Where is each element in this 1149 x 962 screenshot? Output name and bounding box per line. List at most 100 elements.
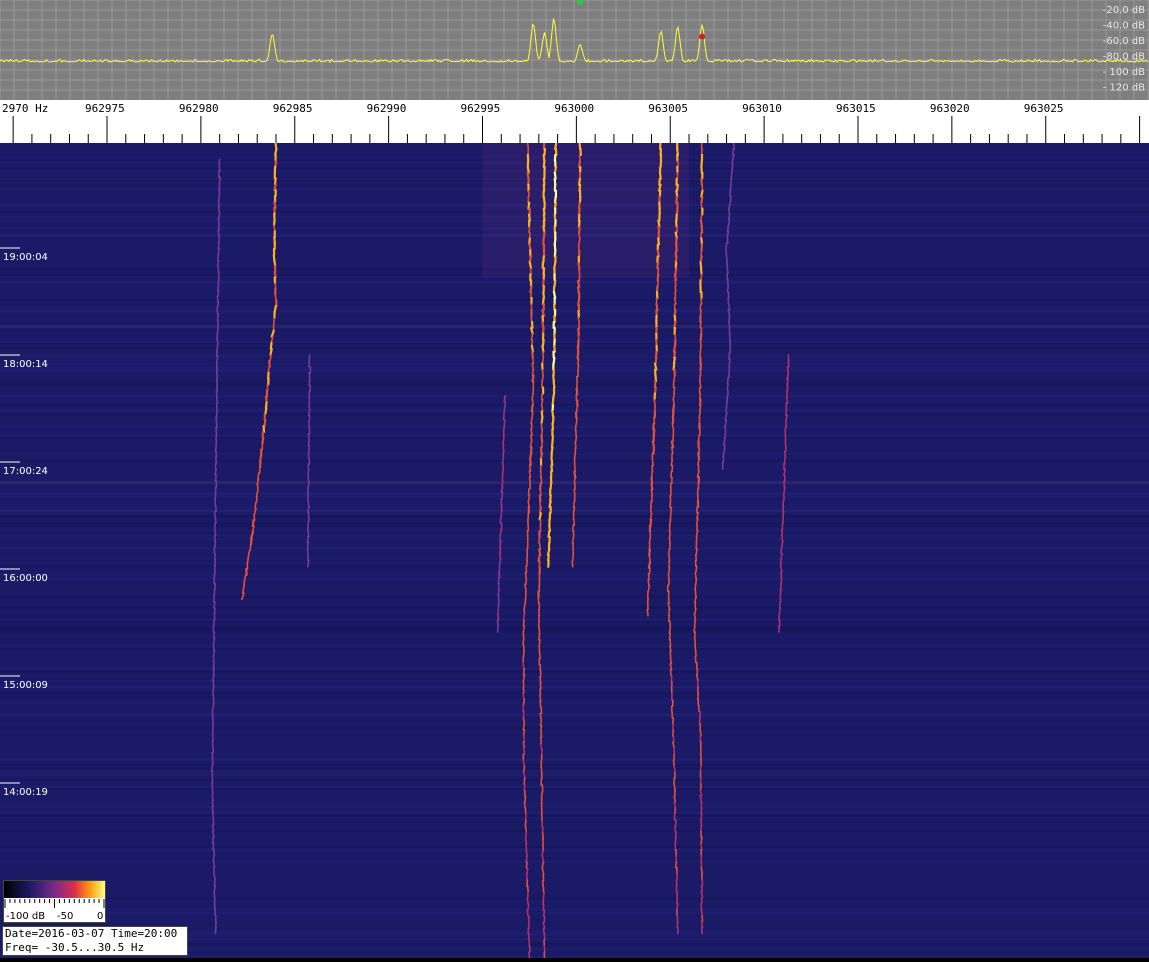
trace-segment [648, 586, 649, 592]
trace-segment [671, 676, 672, 682]
trace-segment [701, 203, 702, 209]
trace-segment [669, 579, 670, 585]
trace-segment [700, 382, 701, 388]
freq-tick-label: 963025 [1024, 102, 1064, 115]
trace-segment [214, 638, 215, 644]
trace-segment [309, 422, 310, 428]
trace-segment [499, 571, 500, 577]
waterfall-plot[interactable]: 19:00:0418:00:1417:00:2416:00:0015:00:09… [0, 143, 1149, 958]
trace-segment [524, 736, 525, 742]
trace-segment [669, 628, 670, 634]
trace-segment [541, 435, 542, 441]
trace-segment [262, 438, 263, 444]
trace-segment [702, 227, 703, 233]
trace-segment [652, 484, 653, 490]
trace-segment [524, 730, 525, 736]
trace-segment [258, 473, 259, 479]
trace-segment [727, 383, 728, 389]
trace-segment [214, 885, 215, 891]
trace-segment [526, 844, 527, 850]
trace-segment [529, 471, 530, 477]
trace-segment [502, 481, 503, 487]
trace-segment [544, 934, 545, 940]
trace-segment [726, 408, 727, 414]
db-label: -60.0 dB [1103, 36, 1145, 47]
trace-segment [212, 765, 213, 771]
trace-segment [218, 267, 219, 273]
trace-segment [308, 561, 309, 567]
trace-segment [554, 346, 555, 352]
trace-segment [500, 553, 501, 559]
trace-segment [786, 415, 787, 421]
trace-segment [696, 566, 697, 572]
waterfall-display[interactable]: 19:00:0418:00:1417:00:2416:00:0015:00:09… [0, 143, 1149, 958]
trace-segment [726, 255, 727, 261]
trace-segment [651, 520, 652, 526]
db-label: -40.0 dB [1103, 21, 1145, 32]
trace-segment [500, 559, 501, 565]
trace-segment [498, 578, 499, 584]
trace-segment [694, 614, 695, 620]
trace-segment [212, 759, 213, 765]
trace-segment [728, 377, 729, 383]
trace-segment [504, 396, 505, 402]
trace-segment [729, 304, 730, 310]
trace-segment [544, 910, 545, 916]
trace-segment [675, 280, 676, 286]
trace-segment [212, 795, 213, 801]
trace-segment [540, 677, 541, 683]
trace-segment [649, 538, 650, 544]
trace-segment [213, 813, 214, 819]
trace-segment [525, 808, 526, 814]
trace-segment [502, 468, 503, 474]
trace-segment [670, 640, 671, 646]
trace-segment [532, 352, 533, 358]
trace-segment [539, 634, 540, 640]
trace-segment [541, 743, 542, 749]
trace-segment [213, 662, 214, 668]
trace-segment [574, 490, 575, 496]
trace-segment [500, 529, 501, 535]
trace-segment [525, 820, 526, 826]
trace-segment [505, 402, 506, 408]
trace-segment [677, 904, 678, 910]
trace-segment [218, 231, 219, 237]
trace-segment [780, 596, 781, 602]
trace-segment [533, 376, 534, 382]
trace-segment [729, 359, 730, 365]
trace-segment [528, 143, 529, 149]
spectrum-panel[interactable]: -20.0 dB-40.0 dB-60.0 dB-80.0 dB- 100 dB… [0, 0, 1149, 100]
trace-segment [695, 644, 696, 650]
freq-tick-label: 963020 [930, 102, 970, 115]
freq-tick-label: 962980 [179, 102, 219, 115]
trace-segment [214, 849, 215, 855]
trace-segment [542, 791, 543, 797]
trace-segment [671, 670, 672, 676]
trace-segment [543, 922, 544, 928]
trace-segment [671, 507, 672, 513]
trace-segment [649, 550, 650, 556]
spectrum-plot[interactable]: -20.0 dB-40.0 dB-60.0 dB-80.0 dB- 100 dB… [0, 0, 1149, 100]
trace-segment [218, 278, 219, 284]
trace-segment [695, 632, 696, 638]
trace-segment [531, 328, 533, 334]
trace-segment [578, 263, 579, 269]
trace-segment [651, 490, 652, 496]
trace-segment [541, 755, 542, 761]
trace-segment [674, 376, 675, 382]
trace-segment [527, 868, 528, 874]
freq-tick-label: 962985 [273, 102, 313, 115]
trace-segment [726, 243, 727, 249]
trace-segment [731, 178, 732, 184]
trace-segment [500, 517, 501, 523]
trace-segment [524, 669, 525, 675]
trace-segment [503, 450, 504, 456]
trace-segment [308, 500, 309, 506]
noise-texture [0, 143, 1149, 958]
trace-segment [242, 593, 244, 599]
trace-segment [730, 196, 731, 202]
trace-segment [244, 581, 245, 587]
trace-segment [527, 560, 528, 566]
trace-segment [503, 456, 504, 462]
trace-segment [217, 302, 218, 308]
